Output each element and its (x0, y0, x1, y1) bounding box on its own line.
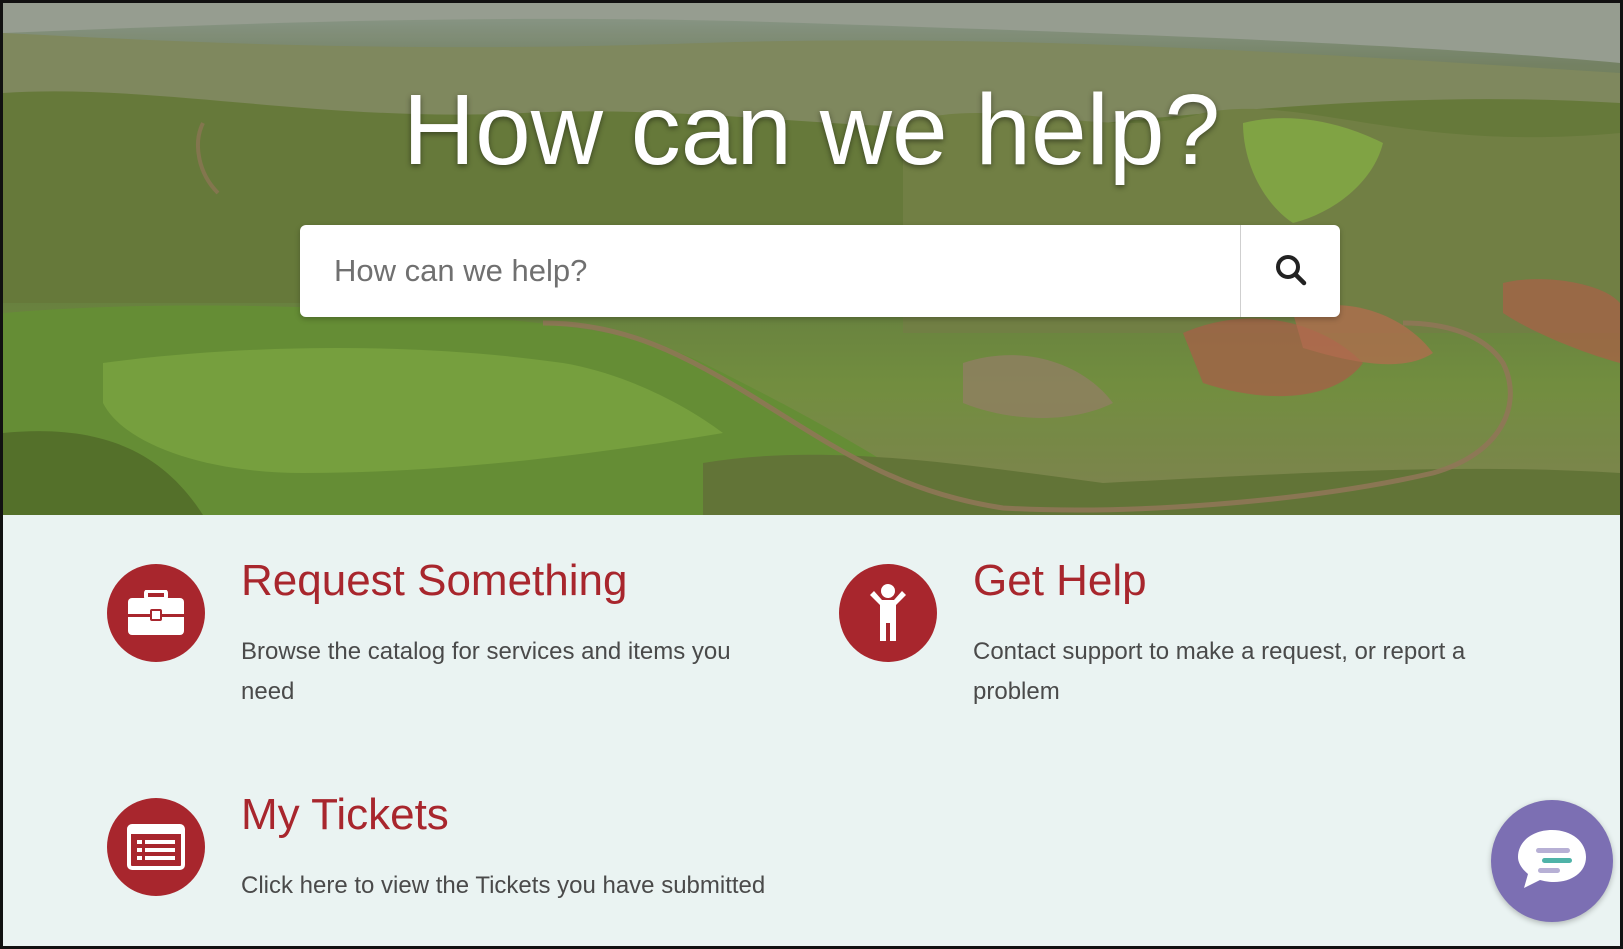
person-help-icon (839, 564, 937, 662)
my-tickets-title[interactable]: My Tickets (241, 790, 449, 840)
request-something-title[interactable]: Request Something (241, 556, 627, 606)
chat-button[interactable] (1491, 800, 1613, 922)
request-something-description: Browse the catalog for services and item… (241, 638, 731, 705)
ticket-list-icon (107, 798, 205, 896)
chat-bubble-icon (1514, 826, 1590, 897)
search-input[interactable] (300, 225, 1240, 317)
get-help-description: Contact support to make a request, or re… (973, 638, 1466, 705)
page: How can we help? Request Som (0, 0, 1623, 949)
my-tickets-description: Click here to view the Tickets you have … (241, 872, 766, 899)
briefcase-icon (107, 564, 205, 662)
hero-title: How can we help? (402, 74, 1221, 186)
search-icon (1274, 253, 1308, 290)
search-button[interactable] (1240, 225, 1340, 317)
get-help-title[interactable]: Get Help (973, 556, 1147, 606)
hero-banner: How can we help? (3, 3, 1620, 515)
search-bar (300, 225, 1340, 317)
